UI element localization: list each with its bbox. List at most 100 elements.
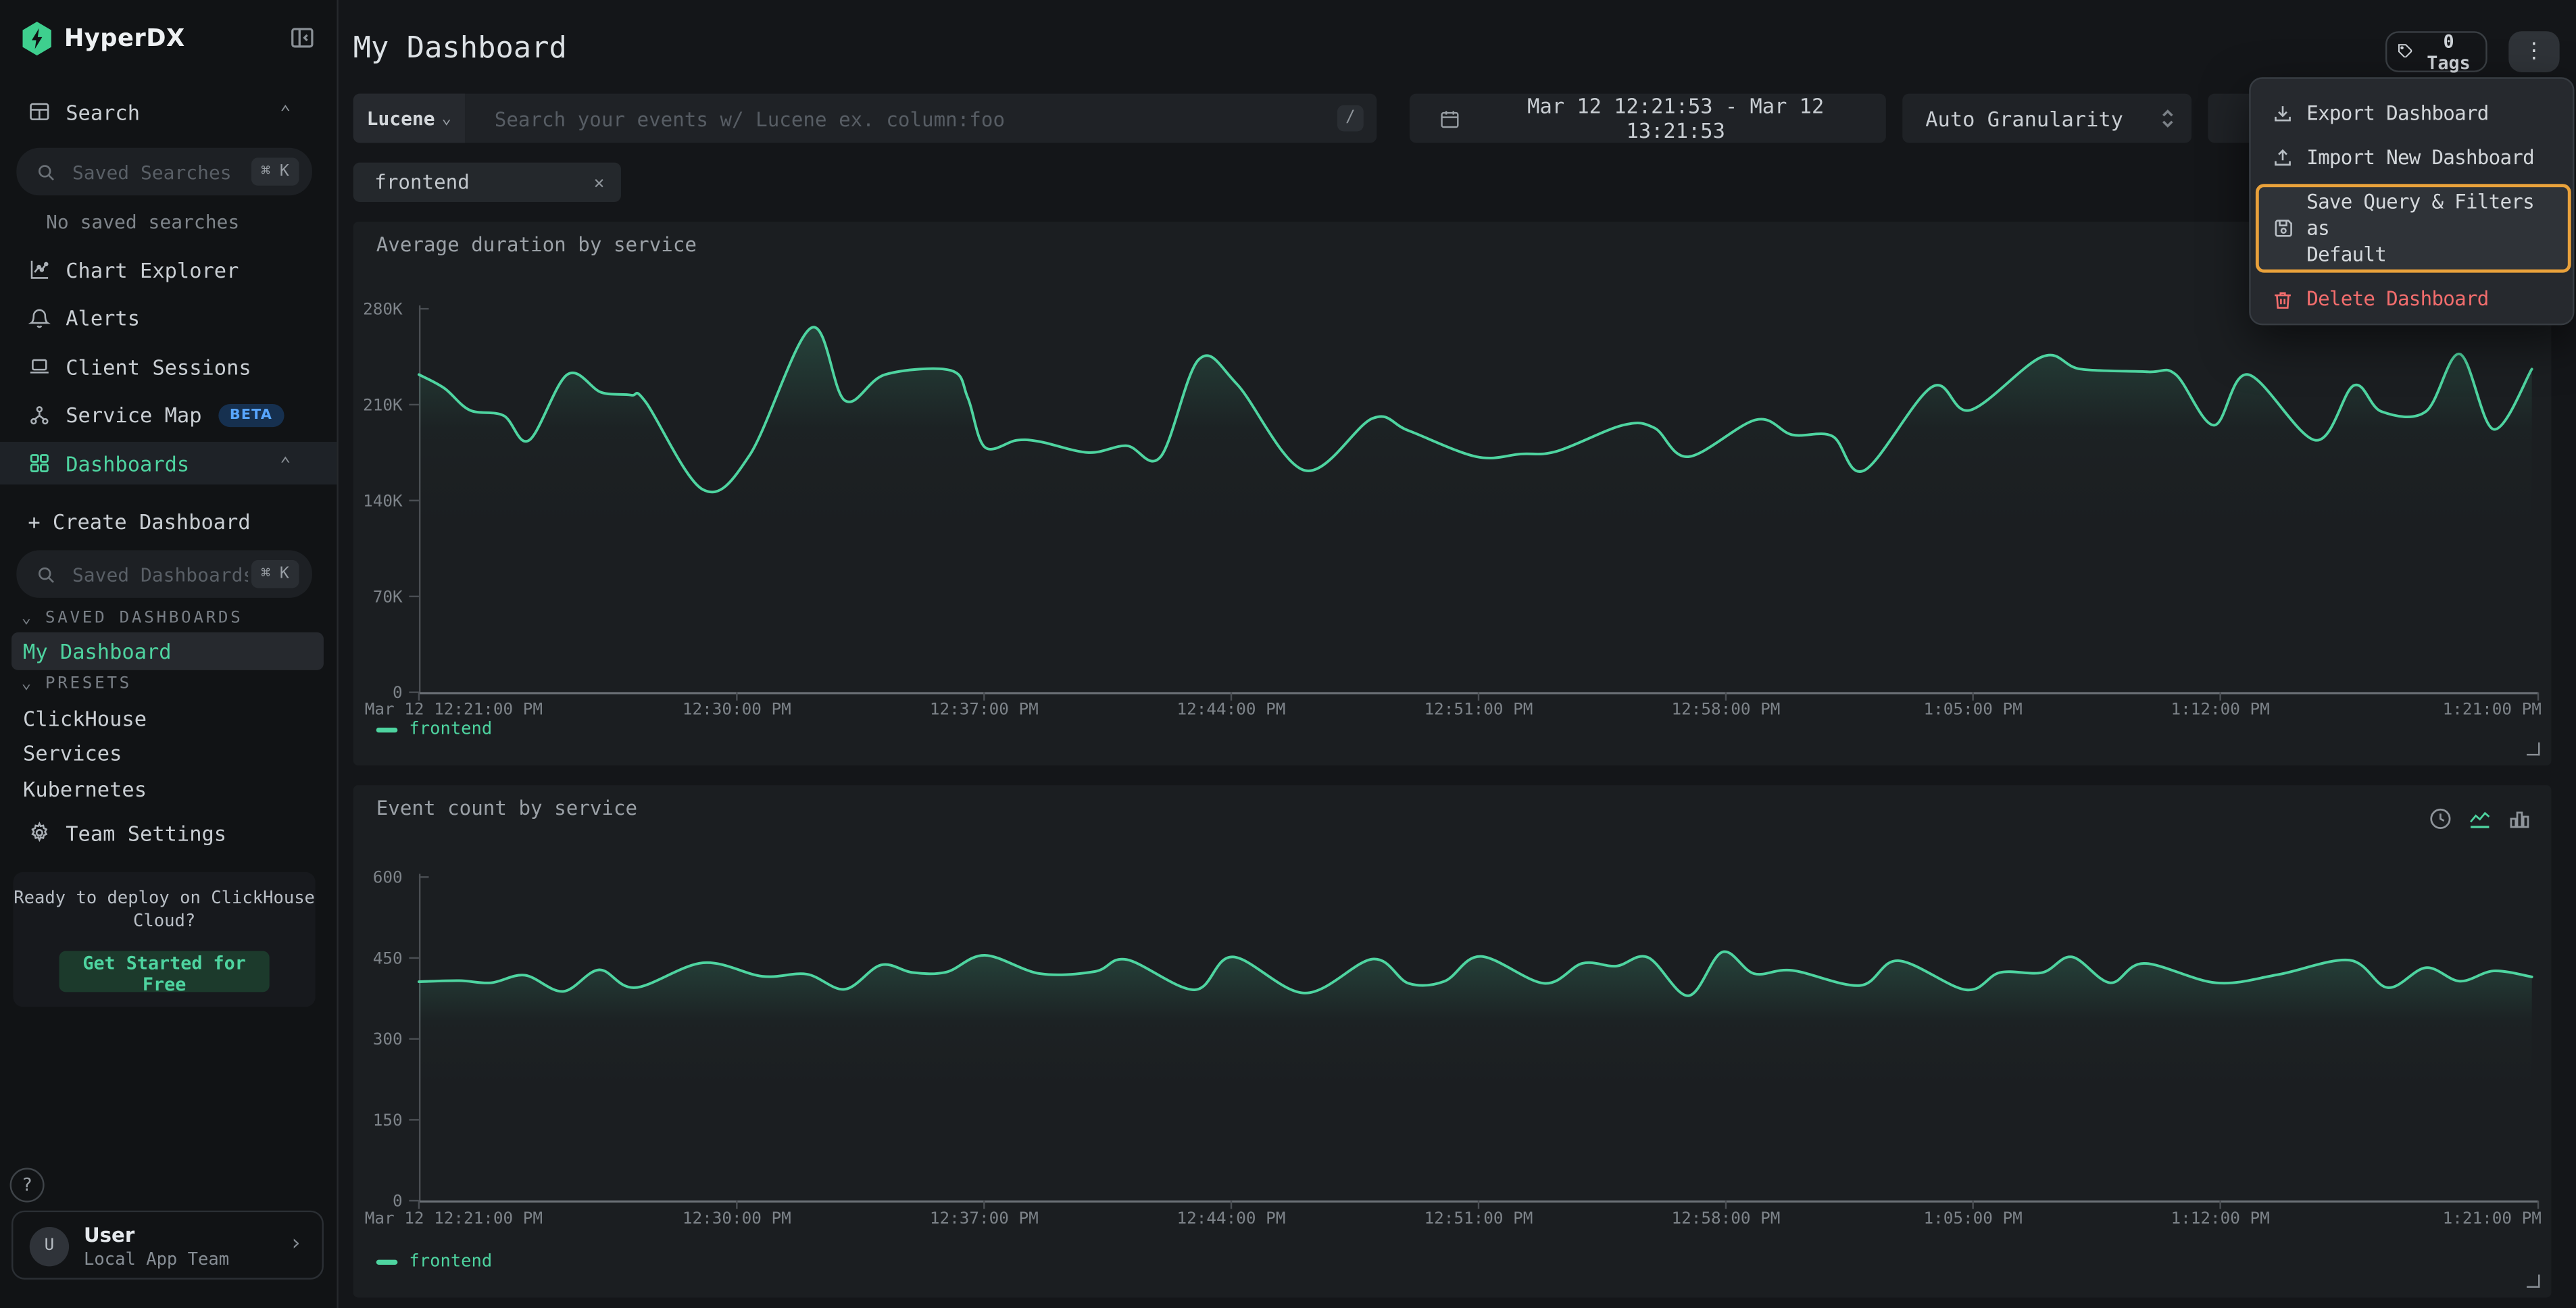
svg-text:12:58:00 PM: 12:58:00 PM xyxy=(1672,699,1781,719)
section-label: SAVED DASHBOARDS xyxy=(45,609,243,628)
svg-text:12:51:00 PM: 12:51:00 PM xyxy=(1425,699,1533,719)
user-team: Local App Team xyxy=(84,1250,229,1269)
svg-text:1:05:00 PM: 1:05:00 PM xyxy=(1924,699,2023,719)
user-menu[interactable]: U User Local App Team › xyxy=(11,1211,324,1280)
chart-card-event-count: Event count by service 6004503001500Mar … xyxy=(353,785,2552,1298)
dashboard-menu: Export Dashboard Import New Dashboard Sa… xyxy=(2249,77,2574,325)
svg-text:12:37:00 PM: 12:37:00 PM xyxy=(930,699,1039,719)
chevron-down-icon: ⌄ xyxy=(441,109,451,128)
chevron-up-icon: ⌃ xyxy=(280,101,291,123)
saved-dashboards-input[interactable] xyxy=(69,561,251,587)
menu-item-delete-dashboard[interactable]: Delete Dashboard xyxy=(2257,279,2569,318)
svg-text:12:51:00 PM: 12:51:00 PM xyxy=(1425,1208,1533,1228)
menu-item-label: Save Query & Filters as Default xyxy=(2306,189,2568,268)
svg-text:210K: 210K xyxy=(363,395,403,414)
sidebar-item-team-settings[interactable]: Team Settings xyxy=(0,811,337,854)
svg-text:70K: 70K xyxy=(373,586,403,606)
bar-chart-icon[interactable] xyxy=(2507,807,2531,831)
svg-text:12:37:00 PM: 12:37:00 PM xyxy=(930,1208,1039,1228)
logo[interactable]: HyperDX xyxy=(22,22,185,56)
presets-section[interactable]: ⌄ PRESETS xyxy=(22,675,132,693)
chart-legend[interactable]: frontend xyxy=(376,720,493,739)
calendar-icon xyxy=(1439,107,1461,129)
tags-button[interactable]: 0 Tags xyxy=(2385,31,2487,72)
sidebar-item-service-map[interactable]: Service Map BETA xyxy=(0,393,337,436)
help-button[interactable]: ? xyxy=(10,1168,45,1203)
legend-label: frontend xyxy=(409,1251,492,1271)
tags-label: 0 Tags xyxy=(2421,30,2475,73)
sidebar-collapse-button[interactable] xyxy=(289,24,316,51)
sidebar-item-label: Service Map xyxy=(66,403,201,427)
resize-handle[interactable] xyxy=(2527,743,2540,755)
svg-text:1:12:00 PM: 1:12:00 PM xyxy=(2171,1208,2269,1228)
sidebar-item-kubernetes[interactable]: Kubernetes xyxy=(23,776,147,801)
menu-item-import-dashboard[interactable]: Import New Dashboard xyxy=(2257,138,2569,177)
section-label: PRESETS xyxy=(45,675,132,693)
menu-item-export-dashboard[interactable]: Export Dashboard xyxy=(2257,94,2569,133)
svg-text:12:30:00 PM: 12:30:00 PM xyxy=(683,699,791,719)
query-language-label: Lucene xyxy=(367,107,435,130)
sidebar-item-label: Chart Explorer xyxy=(66,257,239,281)
sidebar-item-my-dashboard[interactable]: My Dashboard xyxy=(11,632,324,670)
resize-handle[interactable] xyxy=(2527,1275,2540,1288)
sidebar-item-label: Alerts xyxy=(66,305,140,330)
sidebar-item-clickhouse[interactable]: ClickHouse xyxy=(23,706,147,730)
svg-text:12:58:00 PM: 12:58:00 PM xyxy=(1672,1208,1781,1228)
menu-item-label: Export Dashboard xyxy=(2306,102,2488,125)
sidebar-item-dashboards[interactable]: Dashboards ⌃ xyxy=(0,442,337,484)
time-range-icon[interactable] xyxy=(2428,807,2452,831)
select-chevrons-icon xyxy=(2160,107,2175,130)
saved-searches-search: ⌘ K xyxy=(16,148,312,196)
chevron-down-icon: ⌄ xyxy=(22,675,34,693)
granularity-select[interactable]: Auto Granularity xyxy=(1902,94,2191,143)
svg-text:Mar 12 12:21:00 PM: Mar 12 12:21:00 PM xyxy=(365,1208,543,1228)
chart-legend[interactable]: frontend xyxy=(376,1251,493,1271)
save-icon xyxy=(2272,217,2295,240)
sidebar-item-client-sessions[interactable]: Client Sessions xyxy=(0,345,337,388)
sidebar-item-label: Team Settings xyxy=(66,820,226,845)
line-chart-icon[interactable] xyxy=(2468,807,2492,831)
chart-plot[interactable]: 6004503001500Mar 12 12:21:00 PM12:30:00 … xyxy=(353,785,2552,1298)
chevron-down-icon: ⌄ xyxy=(22,609,34,628)
saved-dashboards-section[interactable]: ⌄ SAVED DASHBOARDS xyxy=(22,609,243,628)
clickhouse-cloud-promo: Ready to deploy on ClickHouse Cloud? Get… xyxy=(13,872,315,1007)
bell-icon xyxy=(28,306,51,329)
create-dashboard-button[interactable]: + Create Dashboard xyxy=(28,509,250,534)
menu-item-label: Delete Dashboard xyxy=(2306,287,2488,310)
menu-item-save-query-default[interactable]: Save Query & Filters as Default xyxy=(2256,184,2571,272)
event-search-input[interactable] xyxy=(491,94,1319,147)
avatar: U xyxy=(30,1227,69,1266)
get-started-button[interactable]: Get Started for Free xyxy=(59,951,270,992)
chevron-right-icon: › xyxy=(289,1232,302,1256)
close-icon[interactable]: × xyxy=(594,172,605,193)
svg-text:1:21:00 PM: 1:21:00 PM xyxy=(2443,1208,2542,1228)
beta-badge: BETA xyxy=(218,403,284,426)
search-icon xyxy=(36,161,55,181)
query-language-select[interactable]: Lucene ⌄ xyxy=(353,94,465,143)
sidebar-item-chart-explorer[interactable]: Chart Explorer xyxy=(0,248,337,291)
sidebar-item-search[interactable]: Search ⌃ xyxy=(0,91,337,133)
date-range-label: Mar 12 12:21:53 - Mar 12 13:21:53 xyxy=(1475,94,1876,143)
app-title: HyperDX xyxy=(64,26,185,52)
sidebar-item-alerts[interactable]: Alerts xyxy=(0,297,337,339)
event-search-bar: Lucene ⌄ / xyxy=(353,94,1377,143)
filter-chip-frontend[interactable]: frontend × xyxy=(353,163,621,202)
svg-text:1:21:00 PM: 1:21:00 PM xyxy=(2443,699,2542,719)
date-range-picker[interactable]: Mar 12 12:21:53 - Mar 12 13:21:53 xyxy=(1410,94,1886,143)
granularity-label: Auto Granularity xyxy=(1925,106,2123,130)
filter-label: frontend xyxy=(374,171,470,194)
chart-plot[interactable]: 280K210K140K70K0Mar 12 12:21:00 PM12:30:… xyxy=(353,222,2552,765)
sidebar-item-services[interactable]: Services xyxy=(23,740,122,765)
dashboard-menu-button[interactable]: ⋮ xyxy=(2508,31,2559,72)
chart-explorer-icon xyxy=(28,258,51,281)
svg-text:450: 450 xyxy=(373,948,403,967)
svg-text:1:05:00 PM: 1:05:00 PM xyxy=(1924,1208,2023,1228)
svg-text:Mar 12 12:21:00 PM: Mar 12 12:21:00 PM xyxy=(365,699,543,719)
svg-text:300: 300 xyxy=(373,1029,403,1049)
dashboards-grid-icon xyxy=(28,452,51,475)
saved-searches-input[interactable] xyxy=(69,159,251,185)
app-window: HyperDX Search ⌃ ⌘ K No saved searches C… xyxy=(0,0,2576,1308)
gear-icon xyxy=(28,822,51,845)
svg-text:12:44:00 PM: 12:44:00 PM xyxy=(1177,1208,1286,1228)
search-table-icon xyxy=(28,100,51,123)
